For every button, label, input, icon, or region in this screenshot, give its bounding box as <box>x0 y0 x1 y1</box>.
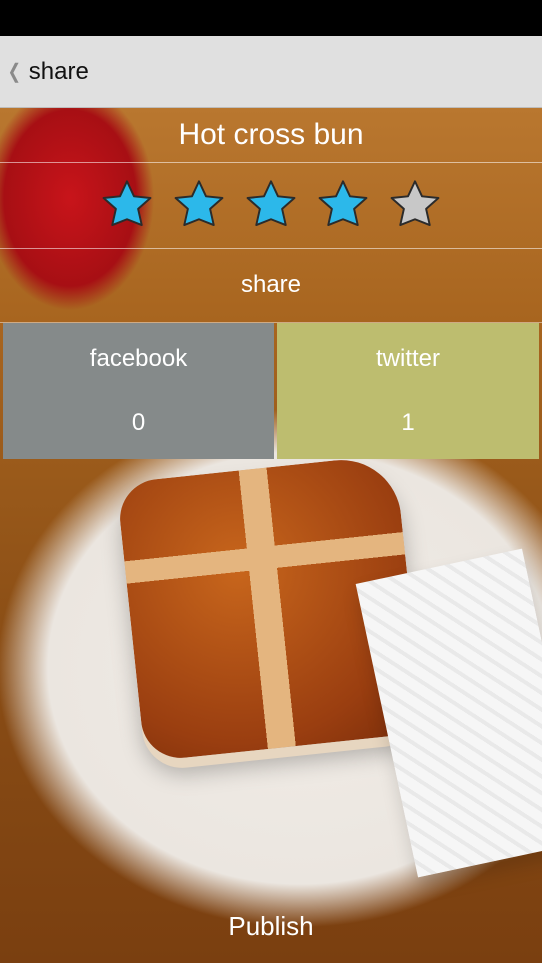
twitter-label: twitter <box>375 345 440 372</box>
star-icon[interactable] <box>314 176 372 234</box>
publish-label: Publish <box>228 911 314 941</box>
facebook-count: 0 <box>131 409 146 436</box>
action-bar: ❮ share <box>0 36 542 108</box>
facebook-share-tile[interactable]: facebook 0 <box>3 323 274 459</box>
rating-stars[interactable] <box>0 162 542 249</box>
share-label-row: share <box>0 248 542 323</box>
share-section-label: share <box>240 271 302 298</box>
item-title: Hot cross bun <box>178 118 364 151</box>
star-icon[interactable] <box>242 176 300 234</box>
chevron-left-icon: ❮ <box>7 61 22 83</box>
napkin-photo-shape <box>355 548 542 878</box>
star-icon[interactable] <box>386 176 444 234</box>
back-button[interactable]: ❮ share <box>0 36 89 107</box>
star-icon[interactable] <box>98 176 156 234</box>
action-bar-title: share <box>28 57 89 85</box>
item-title-row: Hot cross bun <box>0 108 542 163</box>
share-network-tiles: facebook 0 twitter 1 <box>3 323 539 459</box>
status-bar <box>0 0 542 36</box>
twitter-share-tile[interactable]: twitter 1 <box>277 323 539 459</box>
twitter-count: 1 <box>401 409 415 436</box>
publish-button[interactable]: Publish <box>0 890 542 963</box>
facebook-label: facebook <box>89 345 188 372</box>
star-icon[interactable] <box>170 176 228 234</box>
